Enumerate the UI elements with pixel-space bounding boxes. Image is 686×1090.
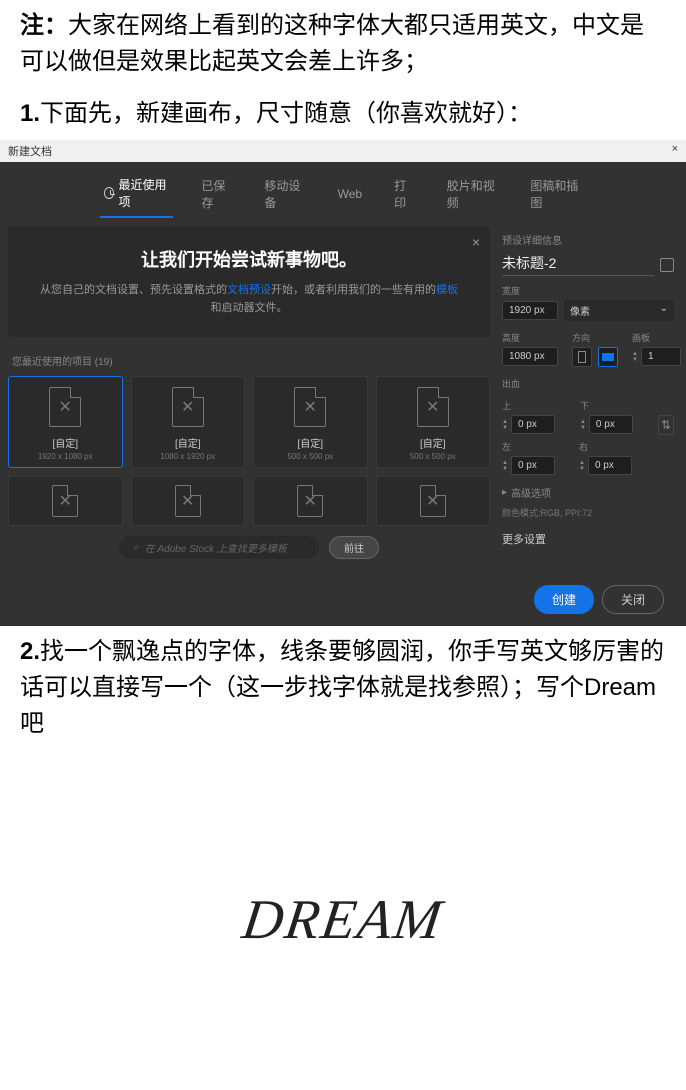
preset-item[interactable]: ✕ [253, 476, 368, 526]
note-label: 注： [20, 12, 68, 39]
tab-saved[interactable]: 已保存 [197, 171, 236, 217]
new-document-dialog: 新建文档 × 最近使用项 已保存 移动设备 Web 打印 胶片和视频 图稿和插图… [0, 140, 686, 626]
step1-text: 下面先，新建画布，尺寸随意（你喜欢就好）： [40, 100, 532, 127]
rp-header: 预设详细信息 [502, 232, 674, 247]
preset-item[interactable]: ✕ [131, 476, 246, 526]
link-icon[interactable]: ⇅ [658, 415, 674, 435]
tab-recent[interactable]: 最近使用项 [100, 170, 173, 218]
recent-label: 您最近使用的项目 (19) [8, 349, 490, 376]
step1-label: 1. [20, 100, 40, 127]
step1-paragraph: 1.下面先，新建画布，尺寸随意（你喜欢就好）： [0, 88, 686, 140]
artboard-label: 画板 [632, 331, 681, 344]
bleed-label: 出血 [502, 377, 674, 390]
close-button[interactable]: 关闭 [602, 585, 664, 614]
document-icon: ✕ [52, 485, 78, 517]
tab-mobile[interactable]: 移动设备 [260, 171, 309, 217]
preset-item[interactable]: ✕ [自定] 500 x 500 px [253, 376, 368, 468]
window-close-icon[interactable]: × [672, 143, 678, 159]
hero-box: × 让我们开始尝试新事物吧。 从您自己的文档设置、预先设置格式的文档预设开始，或… [8, 226, 490, 337]
dialog-titlebar: 新建文档 × [0, 140, 686, 162]
width-label: 宽度 [502, 284, 674, 297]
width-input[interactable]: 1920 px [502, 301, 558, 320]
dialog-footer: 创建 关闭 [0, 577, 678, 626]
document-name-input[interactable]: 未标题-2 [502, 253, 654, 276]
search-row: ⌕ 在 Adobe Stock 上查找更多模板 前往 [8, 526, 490, 569]
stock-search-input[interactable]: ⌕ 在 Adobe Stock 上查找更多模板 [119, 536, 319, 559]
chevron-right-icon: ▸ [502, 487, 507, 498]
orientation-landscape-button[interactable] [598, 347, 618, 367]
dialog-title: 新建文档 [8, 143, 52, 159]
tab-web[interactable]: Web [334, 181, 366, 207]
preset-detail-panel: 预设详细信息 未标题-2 宽度 1920 px 像素⌄ 高度 1080 px 方… [498, 226, 678, 569]
tab-film[interactable]: 胶片和视频 [443, 171, 503, 217]
height-input[interactable]: 1080 px [502, 347, 558, 366]
preset-item[interactable]: ✕ [自定] 1080 x 1920 px [131, 376, 246, 468]
go-button[interactable]: 前往 [329, 536, 379, 559]
orientation-label: 方向 [572, 331, 618, 344]
bleed-left-input[interactable]: 0 px [511, 456, 555, 475]
unit-select[interactable]: 像素⌄ [564, 300, 674, 321]
hero-link-preset[interactable]: 文档预设 [227, 284, 271, 296]
chevron-down-icon: ⌄ [660, 303, 668, 318]
advanced-toggle[interactable]: ▸高级选项 [502, 485, 674, 500]
colormode-text: 颜色模式:RGB, PPI:72 [502, 506, 674, 519]
bleed-right-input[interactable]: 0 px [588, 456, 632, 475]
create-button[interactable]: 创建 [534, 585, 594, 614]
clock-icon [104, 187, 114, 199]
more-settings-link[interactable]: 更多设置 [502, 531, 674, 547]
bleed-top-input[interactable]: 0 px [511, 415, 555, 434]
preset-item[interactable]: ✕ [自定] 1920 x 1080 px [8, 376, 123, 468]
search-icon: ⌕ [133, 542, 139, 553]
artboard-stepper[interactable]: ▲▼ 1 [632, 347, 681, 366]
document-icon: ✕ [175, 485, 201, 517]
orientation-portrait-button[interactable] [572, 347, 592, 367]
save-preset-icon[interactable] [660, 258, 674, 272]
preset-grid: ✕ [自定] 1920 x 1080 px ✕ [自定] 1080 x 1920… [8, 376, 490, 526]
document-icon: ✕ [297, 485, 323, 517]
note-text: 大家在网络上看到的这种字体大都只适用英文，中文是可以做但是效果比起英文会差上许多… [20, 12, 644, 75]
preset-item[interactable]: ✕ [自定] 500 x 500 px [376, 376, 491, 468]
dream-canvas: DREAM [0, 750, 686, 1090]
step2-text: 找一个飘逸点的字体，线条要够圆润，你手写英文够厉害的话可以直接写一个（这一步找字… [20, 638, 664, 737]
document-icon: ✕ [420, 485, 446, 517]
height-label: 高度 [502, 331, 558, 344]
document-icon: ✕ [49, 387, 81, 427]
document-icon: ✕ [417, 387, 449, 427]
document-icon: ✕ [294, 387, 326, 427]
hero-link-template[interactable]: 模板 [436, 284, 458, 296]
note-paragraph: 注：大家在网络上看到的这种字体大都只适用英文，中文是可以做但是效果比起英文会差上… [0, 0, 686, 88]
step2-label: 2. [20, 638, 40, 665]
dream-text: DREAM [239, 888, 448, 952]
tab-print[interactable]: 打印 [390, 171, 419, 217]
preset-item[interactable]: ✕ [376, 476, 491, 526]
tab-art[interactable]: 图稿和插图 [526, 171, 586, 217]
bleed-bottom-input[interactable]: 0 px [589, 415, 633, 434]
hero-close-icon[interactable]: × [472, 234, 480, 250]
preset-item[interactable]: ✕ [8, 476, 123, 526]
left-panel: × 让我们开始尝试新事物吧。 从您自己的文档设置、预先设置格式的文档预设开始，或… [8, 226, 490, 569]
step2-paragraph: 2.找一个飘逸点的字体，线条要够圆润，你手写英文够厉害的话可以直接写一个（这一步… [0, 626, 686, 750]
hero-subtext: 从您自己的文档设置、预先设置格式的文档预设开始，或者利用我们的一些有用的模板和启… [38, 282, 460, 317]
hero-title: 让我们开始尝试新事物吧。 [38, 246, 460, 272]
document-icon: ✕ [172, 387, 204, 427]
category-tabs: 最近使用项 已保存 移动设备 Web 打印 胶片和视频 图稿和插图 [0, 162, 686, 218]
